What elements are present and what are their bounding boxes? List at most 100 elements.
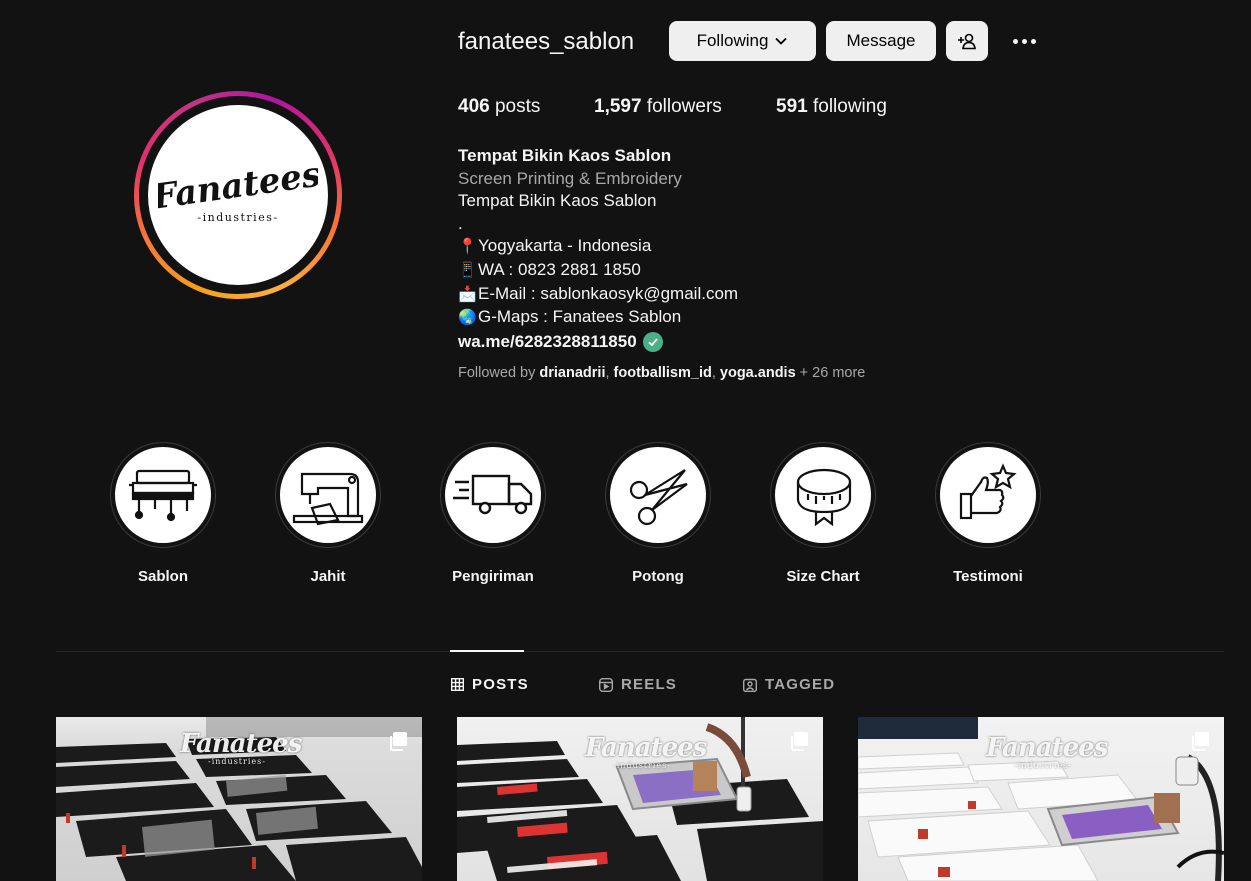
check-circle-icon — [642, 332, 663, 353]
highlight-pengiriman[interactable]: Pengiriman — [440, 442, 546, 585]
tagged-icon — [743, 678, 757, 692]
highlight-cover — [445, 447, 541, 543]
followed-by-user: footballism_id — [613, 365, 712, 381]
post-watermark: Fanatees -industries- — [986, 733, 1108, 770]
followed-by-prefix: Followed by — [458, 365, 540, 381]
post-watermark-text: Fanatees — [986, 733, 1108, 763]
highlight-label: Potong — [632, 568, 684, 585]
post-watermark: Fanatees -industries- — [180, 729, 302, 766]
carousel-icon — [791, 732, 808, 751]
followed-by-user: yoga.andis — [719, 365, 796, 381]
fanatees-logo: Fanatees -industries- — [158, 155, 318, 224]
screen-printing-press-icon — [129, 469, 197, 522]
carousel-icon — [1192, 732, 1209, 751]
followed-by-separator: , — [605, 365, 614, 381]
highlight-potong[interactable]: Potong — [605, 442, 711, 585]
followers-link[interactable]: 1,597 followers — [594, 96, 722, 118]
highlight-jahit[interactable]: Jahit — [275, 442, 381, 585]
post-watermark-sub: -industries- — [613, 761, 671, 770]
globe-icon: 🌏 — [458, 309, 477, 327]
avatar[interactable]: Fanatees -industries- — [148, 105, 328, 285]
highlight-label: Pengiriman — [452, 568, 534, 585]
carousel-icon — [390, 732, 407, 751]
highlight-label: Jahit — [310, 568, 346, 585]
bio-link-text: wa.me/6282328811850 — [458, 331, 637, 351]
tabs-divider — [56, 651, 1224, 652]
highlight-ring — [935, 442, 1041, 548]
grid-icon — [451, 678, 464, 691]
profile-bio: Tempat Bikin Kaos Sablon Screen Printing… — [458, 145, 878, 353]
highlight-sablon[interactable]: Sablon — [110, 442, 216, 585]
following-button-label: Following — [696, 31, 769, 50]
post-watermark: Fanatees -industries- — [585, 733, 707, 770]
envelope-icon: 📩 — [458, 285, 477, 303]
post-thumbnail[interactable]: Fanatees -industries- — [858, 717, 1224, 881]
highlight-label: Size Chart — [786, 568, 860, 585]
highlight-cover — [610, 447, 706, 543]
tab-posts[interactable]: POSTS — [451, 676, 529, 693]
tab-tagged-label: TAGGED — [765, 676, 836, 693]
chevron-down-icon — [775, 37, 788, 45]
delivery-truck-icon — [453, 474, 533, 515]
pin-icon: 📍 — [458, 238, 477, 256]
bio-email-text: E-Mail : sablonkaosyk@gmail.com — [478, 283, 739, 303]
bio-location-text: Yogyakarta - Indonesia — [478, 236, 652, 256]
post-watermark-text: Fanatees — [585, 733, 707, 763]
highlight-cover — [115, 447, 211, 543]
post-watermark-sub: -industries- — [1014, 761, 1072, 770]
bio-location: 📍Yogyakarta - Indonesia — [458, 235, 878, 259]
following-button[interactable]: Following — [669, 21, 816, 61]
profile-category: Screen Printing & Embroidery — [458, 168, 682, 188]
post-watermark-text: Fanatees — [180, 729, 302, 759]
highlight-label: Testimoni — [953, 568, 1023, 585]
tab-reels-label: REELS — [621, 676, 678, 693]
highlight-size-chart[interactable]: Size Chart — [770, 442, 876, 585]
bio-line: Tempat Bikin Kaos Sablon — [458, 191, 657, 211]
suggested-accounts-button[interactable] — [946, 21, 988, 61]
highlight-ring — [275, 442, 381, 548]
followed-by-separator: , — [711, 365, 720, 381]
followed-by-user: drianadrii — [539, 365, 606, 381]
profile-avatar-story-ring[interactable]: Fanatees -industries- — [134, 91, 342, 299]
bio-maps: 🌏G-Maps : Fanatees Sablon — [458, 306, 878, 330]
bio-maps-text: G-Maps : Fanatees Sablon — [478, 307, 682, 327]
followed-by[interactable]: Followed by drianadrii, footballism_id, … — [458, 365, 865, 381]
highlight-ring — [440, 442, 546, 548]
posts-count-label: posts — [494, 96, 541, 117]
post-watermark-sub: -industries- — [208, 757, 266, 766]
tab-tagged[interactable]: TAGGED — [743, 676, 835, 693]
following-count-label: following — [812, 96, 887, 117]
followers-count-label: followers — [646, 96, 722, 117]
sewing-machine-icon — [292, 472, 364, 526]
active-tab-indicator — [450, 650, 524, 652]
username: fanatees_sablon — [458, 28, 635, 55]
reels-icon — [599, 677, 613, 692]
highlight-cover — [775, 447, 871, 543]
bio-line: . — [458, 213, 463, 233]
post-thumbnail[interactable]: Fanatees -industries- — [56, 717, 422, 881]
post-thumbnail[interactable]: Fanatees -industries- — [457, 717, 823, 881]
more-options-icon[interactable] — [1008, 28, 1040, 54]
tab-reels[interactable]: REELS — [599, 676, 677, 693]
bio-email: 📩E-Mail : sablonkaosyk@gmail.com — [458, 283, 878, 307]
bio-external-link[interactable]: wa.me/6282328811850 — [458, 331, 878, 354]
followers-count-value: 1,597 — [594, 96, 642, 117]
phone-icon: 📱 — [458, 261, 477, 279]
svg-text:-industries-: -industries- — [197, 211, 278, 224]
bio-phone-text: WA : 0823 2881 1850 — [478, 259, 641, 279]
posts-count: 406 posts — [458, 96, 540, 118]
message-button-label: Message — [846, 31, 916, 50]
message-button[interactable]: Message — [826, 21, 936, 61]
highlight-cover — [940, 447, 1036, 543]
avatar-ring-gap: Fanatees -industries- — [139, 96, 337, 294]
svg-text:Fanatees: Fanatees — [158, 155, 318, 218]
highlight-cover — [280, 447, 376, 543]
measuring-tape-icon — [796, 468, 852, 527]
bio-phone: 📱WA : 0823 2881 1850 — [458, 259, 878, 283]
highlight-testimoni[interactable]: Testimoni — [935, 442, 1041, 585]
add-person-icon — [958, 33, 976, 50]
thumbs-up-star-icon — [959, 463, 1017, 520]
following-link[interactable]: 591 following — [776, 96, 887, 118]
scissors-icon — [629, 469, 688, 526]
following-count-value: 591 — [776, 96, 808, 117]
